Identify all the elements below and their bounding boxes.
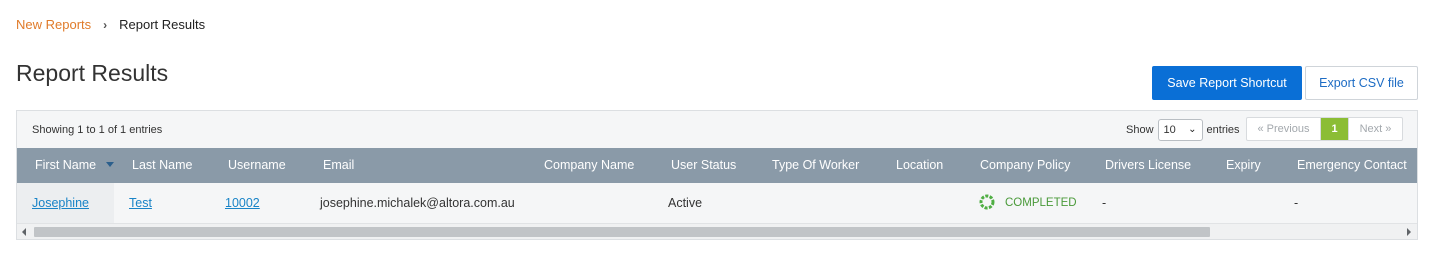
chevron-down-icon: ⌄ — [1188, 124, 1197, 135]
column-header-email[interactable]: Email — [323, 158, 354, 172]
column-header-emergency-contact[interactable]: Emergency Contact — [1297, 158, 1407, 172]
export-csv-button[interactable]: Export CSV file — [1305, 66, 1418, 100]
completed-circle-icon — [979, 194, 995, 210]
cell-drivers-license: - — [1102, 196, 1107, 210]
table-row: Josephine Test 10002 josephine.michalek@… — [17, 183, 1417, 223]
column-header-last-name[interactable]: Last Name — [132, 158, 192, 172]
scrollbar-thumb[interactable] — [34, 227, 1210, 237]
sort-desc-icon[interactable] — [106, 162, 114, 167]
pagination-previous[interactable]: « Previous — [1247, 118, 1321, 140]
cell-company-policy-status: COMPLETED — [1005, 197, 1077, 209]
column-header-username[interactable]: Username — [228, 158, 286, 172]
entries-per-page-value: 10 — [1163, 124, 1176, 136]
column-header-company-policy[interactable]: Company Policy — [980, 158, 1070, 172]
pagination-next[interactable]: Next » — [1348, 118, 1402, 140]
breadcrumb: New Reports › Report Results — [16, 17, 205, 32]
cell-user-status: Active — [668, 196, 703, 210]
horizontal-scrollbar[interactable] — [17, 223, 1417, 239]
column-header-first-name[interactable]: First Name — [35, 158, 96, 172]
scroll-right-icon[interactable] — [1407, 228, 1411, 236]
report-table-panel: Showing 1 to 1 of 1 entries Show 10 ⌄ en… — [16, 110, 1418, 240]
cell-email: josephine.michalek@altora.com.au — [320, 196, 515, 210]
cell-last-name-link[interactable]: Test — [129, 196, 152, 210]
show-label: Show — [1126, 124, 1154, 136]
chevron-right-icon: › — [103, 17, 108, 32]
table-info: Showing 1 to 1 of 1 entries — [32, 124, 163, 136]
column-header-location[interactable]: Location — [896, 158, 943, 172]
page-title: Report Results — [16, 60, 169, 86]
column-header-company-name[interactable]: Company Name — [544, 158, 634, 172]
column-header-user-status[interactable]: User Status — [671, 158, 736, 172]
pagination-page-1[interactable]: 1 — [1321, 118, 1348, 140]
cell-username-link[interactable]: 10002 — [225, 196, 260, 210]
breadcrumb-link-new-reports[interactable]: New Reports — [16, 17, 91, 32]
column-header-type-of-worker[interactable]: Type Of Worker — [772, 158, 859, 172]
save-report-shortcut-button[interactable]: Save Report Shortcut — [1152, 66, 1302, 100]
scroll-left-icon[interactable] — [22, 228, 26, 236]
table-header: First Name Last Name Username Email Comp… — [17, 148, 1417, 183]
entries-length-control: Show 10 ⌄ entries — [1126, 119, 1240, 141]
entries-label: entries — [1206, 124, 1240, 136]
column-header-drivers-license[interactable]: Drivers License — [1105, 158, 1191, 172]
table-toolbar: Showing 1 to 1 of 1 entries Show 10 ⌄ en… — [17, 111, 1417, 148]
pagination: « Previous 1 Next » — [1246, 117, 1403, 141]
breadcrumb-current: Report Results — [119, 17, 206, 32]
cell-emergency-contact: - — [1294, 196, 1299, 210]
cell-first-name-link[interactable]: Josephine — [32, 196, 89, 210]
column-header-expiry[interactable]: Expiry — [1226, 158, 1261, 172]
entries-per-page-select[interactable]: 10 ⌄ — [1157, 119, 1203, 141]
